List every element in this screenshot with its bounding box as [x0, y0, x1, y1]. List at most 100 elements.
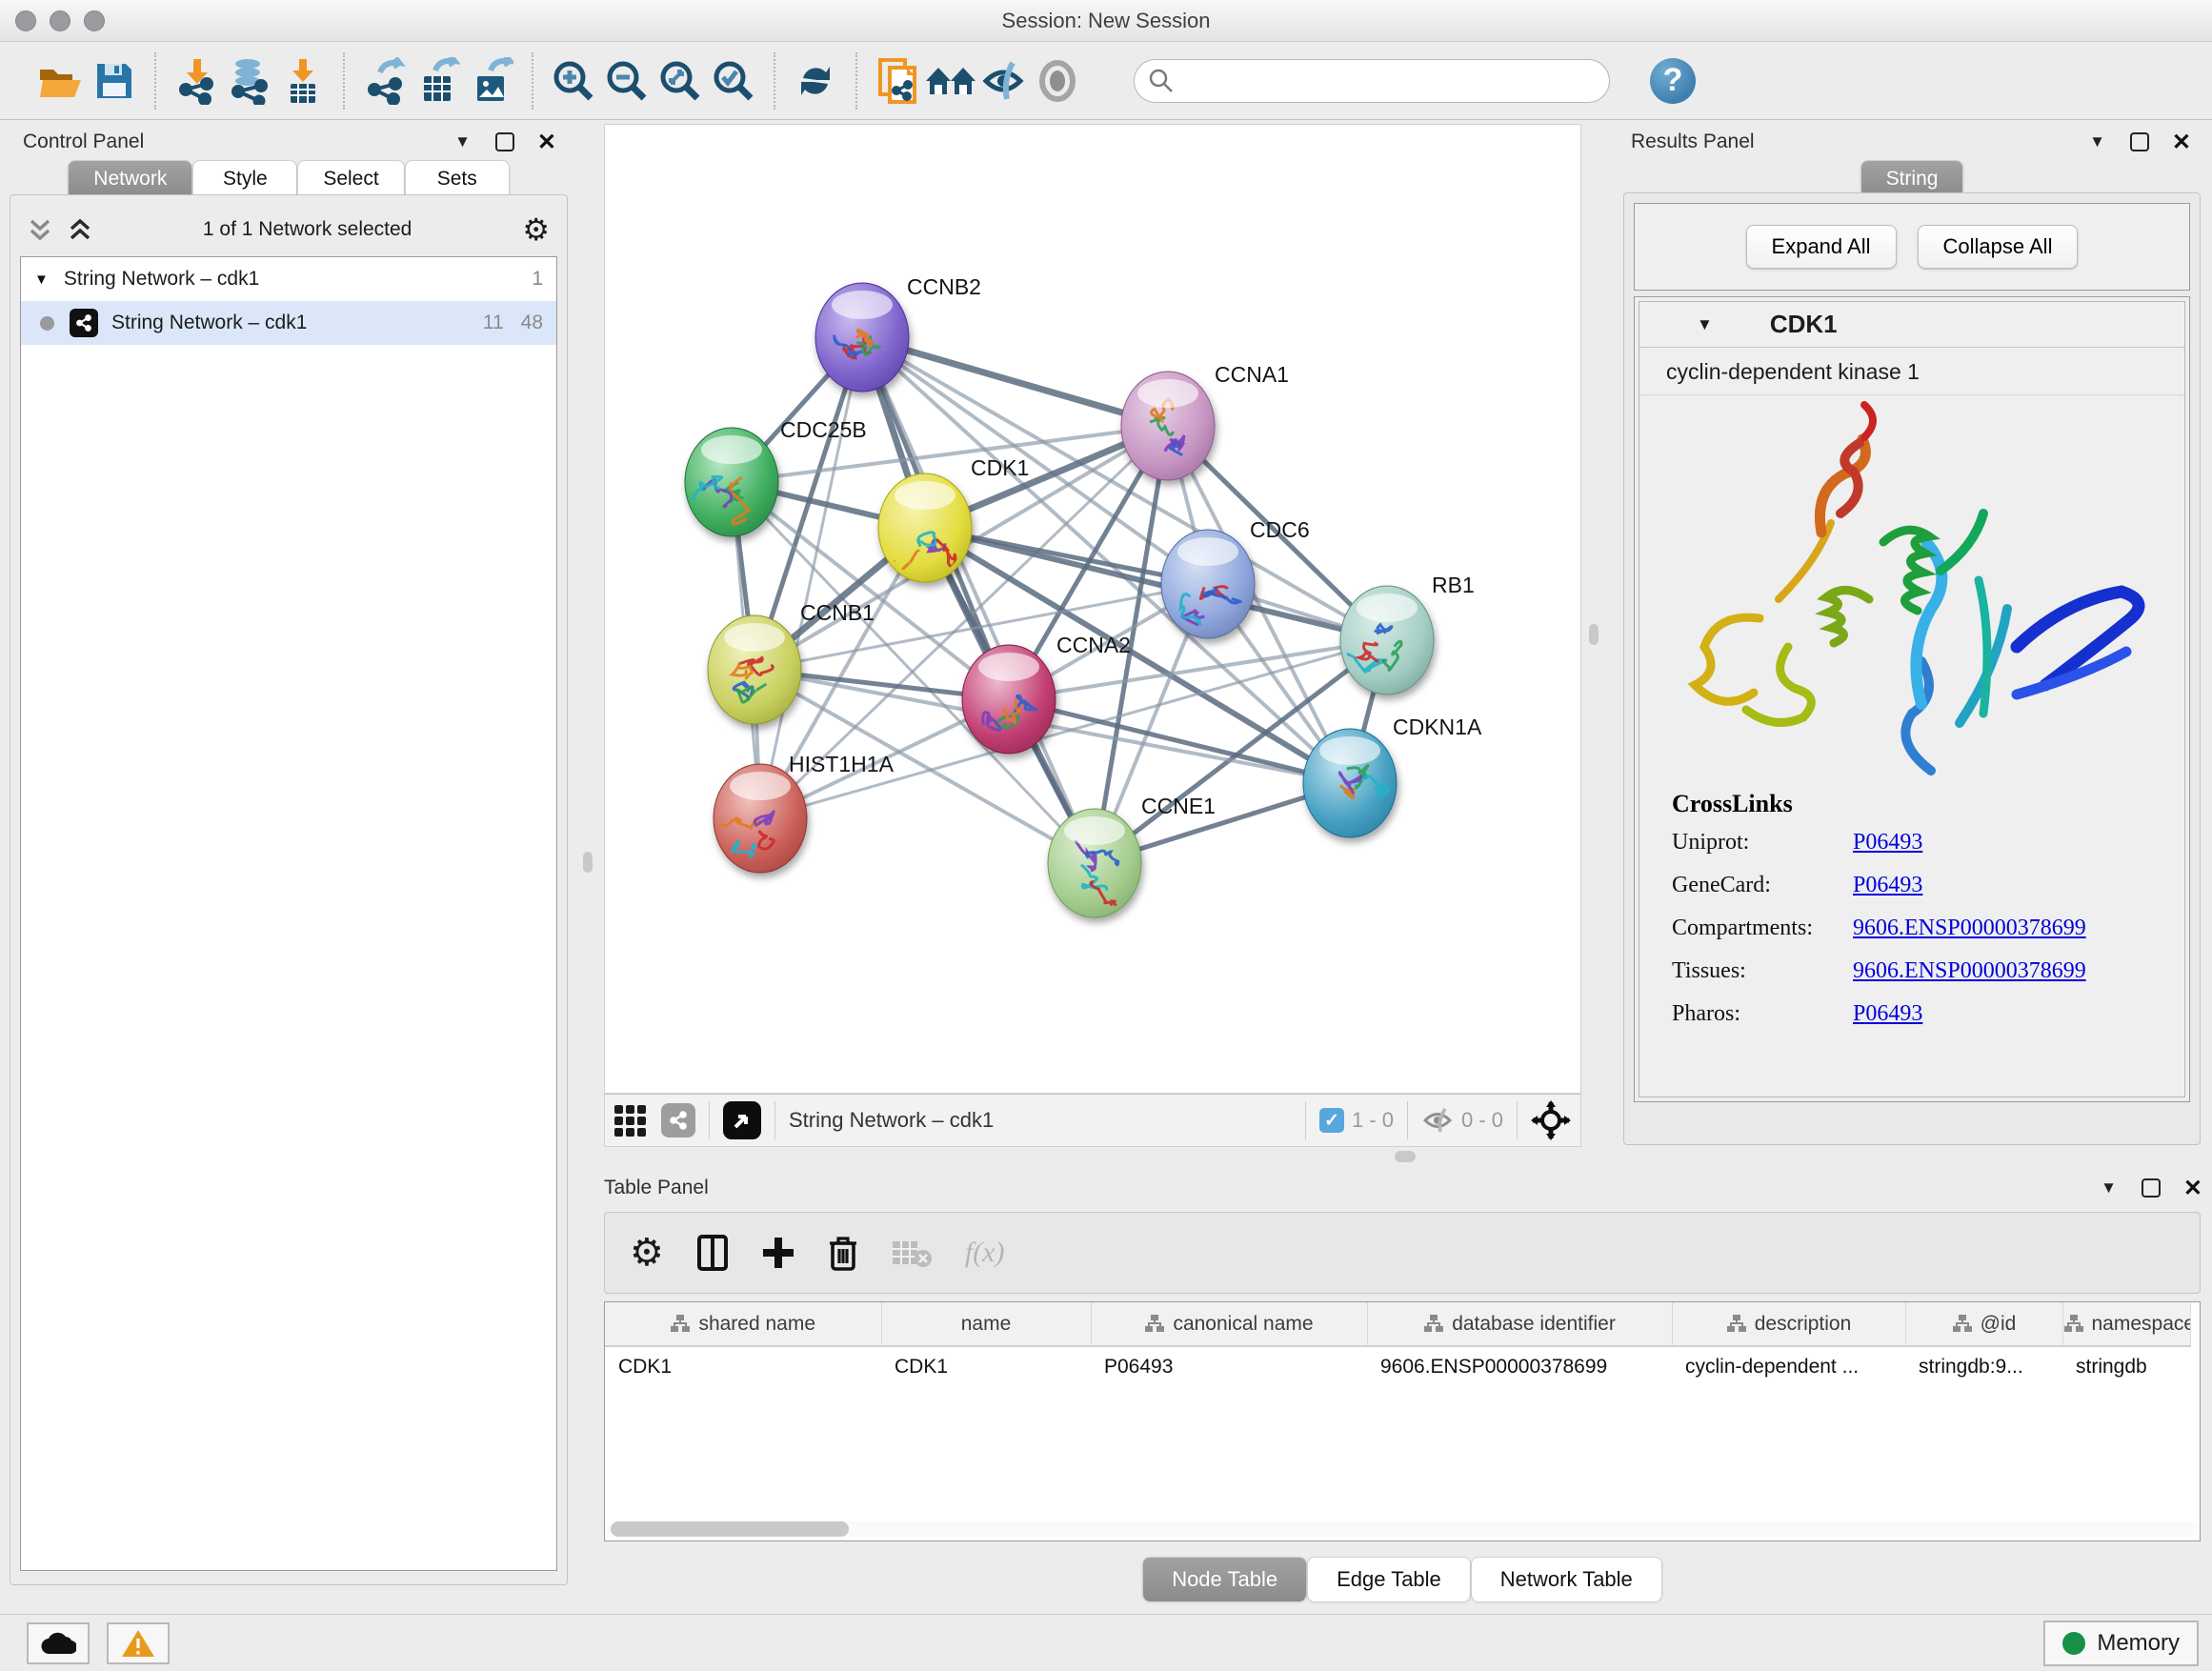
string-view-icon[interactable]	[661, 1103, 695, 1137]
column-header-sharedname[interactable]: shared name	[605, 1302, 881, 1346]
collapse-all-button[interactable]: Collapse All	[1918, 225, 2079, 269]
crosslink-link[interactable]: 9606.ENSP00000378699	[1853, 958, 2086, 984]
collapse-all-icon[interactable]	[28, 215, 52, 244]
import-network-button[interactable]	[170, 54, 223, 108]
control-panel-float-button[interactable]	[495, 132, 514, 151]
tab-node-table[interactable]: Node Table	[1142, 1557, 1307, 1601]
column-type-icon	[1952, 1314, 1973, 1333]
cloud-status-button[interactable]	[27, 1622, 90, 1664]
table-cell[interactable]: cyclin-dependent ...	[1672, 1346, 1905, 1386]
tab-sets[interactable]: Sets	[405, 160, 510, 197]
column-header-canonicalname[interactable]: canonical name	[1091, 1302, 1367, 1346]
table-panel-close-button[interactable]: ✕	[2183, 1175, 2202, 1202]
open-file-button[interactable]	[34, 54, 88, 108]
crosslink-link[interactable]: P06493	[1853, 830, 1922, 856]
zoom-fit-button[interactable]	[654, 54, 707, 108]
network-node-CCNE1[interactable]	[1048, 809, 1141, 917]
network-row[interactable]: String Network – cdk1 11 48	[21, 301, 556, 345]
table-panel-menu-caret[interactable]: ▼	[2101, 1178, 2117, 1198]
cdk1-expand-caret[interactable]: ▼	[1697, 315, 1713, 334]
import-table-button[interactable]	[276, 54, 330, 108]
hide-panels-button[interactable]	[977, 54, 1031, 108]
splitter-handle[interactable]	[1589, 624, 1599, 645]
network-node-CDKN1A[interactable]	[1303, 729, 1397, 837]
table-cell[interactable]: 9606.ENSP00000378699	[1367, 1346, 1672, 1386]
selected-items-checkbox-icon[interactable]: ✓	[1319, 1108, 1344, 1133]
network-node-CCNB1[interactable]	[708, 615, 801, 724]
crosslink-link[interactable]: P06493	[1853, 873, 1922, 898]
table-cell[interactable]: P06493	[1091, 1346, 1367, 1386]
crosslink-link[interactable]: 9606.ENSP00000378699	[1853, 916, 2086, 941]
table-horizontal-scrollbar[interactable]	[607, 1521, 2198, 1537]
control-panel-close-button[interactable]: ✕	[537, 129, 556, 156]
string-protocols-button[interactable]	[871, 54, 924, 108]
table-panel-float-button[interactable]	[2142, 1178, 2161, 1198]
column-header-namespace[interactable]: namespace	[2062, 1302, 2190, 1346]
grid-view-icon[interactable]	[614, 1105, 646, 1137]
network-options-gear-icon[interactable]: ⚙	[522, 211, 550, 248]
tab-network[interactable]: Network	[68, 160, 192, 197]
column-header-name[interactable]: name	[881, 1302, 1091, 1346]
network-node-RB1[interactable]	[1340, 586, 1434, 695]
scrollbar-thumb[interactable]	[611, 1521, 849, 1537]
expand-all-icon[interactable]	[68, 215, 92, 244]
network-node-CDC25B[interactable]	[685, 428, 778, 536]
show-columns-icon[interactable]	[696, 1234, 729, 1272]
network-node-CCNA1[interactable]	[1121, 372, 1215, 480]
network-node-CDC6[interactable]	[1161, 530, 1255, 638]
birdseye-view-icon[interactable]	[723, 1101, 761, 1139]
pan-crosshair-icon[interactable]	[1531, 1100, 1571, 1140]
zoom-selected-button[interactable]	[707, 54, 760, 108]
tab-edge-table[interactable]: Edge Table	[1307, 1557, 1471, 1601]
export-image-button[interactable]	[465, 54, 518, 108]
tab-select[interactable]: Select	[297, 160, 404, 197]
network-canvas[interactable]: CCNB2CCNA1CDC25BCDK1CDC6RB1CCNB1CCNA2CDK…	[604, 124, 1581, 1094]
tab-style[interactable]: Style	[192, 160, 297, 197]
network-collection-row[interactable]: ▼ String Network – cdk1 1	[21, 257, 556, 301]
results-panel-float-button[interactable]	[2130, 132, 2149, 151]
node-table[interactable]: shared namenamecanonical namedatabase id…	[604, 1301, 2201, 1541]
column-header-description[interactable]: description	[1672, 1302, 1905, 1346]
export-network-button[interactable]	[358, 54, 412, 108]
splitter-handle[interactable]	[1395, 1151, 1416, 1162]
refresh-button[interactable]	[789, 54, 842, 108]
control-panel-menu-caret[interactable]: ▼	[454, 132, 471, 151]
search-input[interactable]	[1134, 59, 1610, 103]
network-edge-CCNB2-CCNE1[interactable]	[862, 337, 1095, 863]
home-button[interactable]	[924, 54, 977, 108]
cdk1-section-header[interactable]: ▼ CDK1	[1639, 302, 2184, 348]
network-node-HIST1H1A[interactable]	[714, 764, 807, 873]
network-node-CDK1[interactable]	[878, 473, 972, 582]
table-row[interactable]: CDK1CDK1P064939606.ENSP00000378699cyclin…	[605, 1346, 2190, 1386]
hidden-items-eye-icon[interactable]	[1421, 1107, 1454, 1134]
table-cell[interactable]: CDK1	[881, 1346, 1091, 1386]
table-settings-gear-icon[interactable]: ⚙	[630, 1231, 664, 1275]
crosslink-link[interactable]: P06493	[1853, 1001, 1922, 1027]
results-panel-menu-caret[interactable]: ▼	[2089, 132, 2105, 151]
network-node-CCNA2[interactable]	[962, 645, 1056, 754]
results-panel-close-button[interactable]: ✕	[2172, 129, 2191, 156]
tab-network-table[interactable]: Network Table	[1471, 1557, 1662, 1601]
collection-expand-caret[interactable]: ▼	[34, 272, 49, 288]
network-node-CCNB2[interactable]	[815, 283, 909, 392]
table-cell[interactable]: stringdb	[2062, 1346, 2190, 1386]
add-column-icon[interactable]	[761, 1236, 795, 1270]
show-panels-button[interactable]	[1031, 54, 1084, 108]
network-edge-CCNB2-HIST1H1A[interactable]	[760, 337, 862, 818]
zoom-out-button[interactable]	[600, 54, 654, 108]
zoom-in-button[interactable]	[547, 54, 600, 108]
table-cell[interactable]: stringdb:9...	[1905, 1346, 2062, 1386]
delete-column-trash-icon[interactable]	[828, 1234, 858, 1272]
save-session-button[interactable]	[88, 54, 141, 108]
import-database-button[interactable]	[223, 54, 276, 108]
table-cell[interactable]: CDK1	[605, 1346, 881, 1386]
expand-all-button[interactable]: Expand All	[1746, 225, 1897, 269]
results-panel-title: Results Panel	[1631, 131, 1755, 153]
splitter-handle[interactable]	[583, 852, 593, 873]
memory-button[interactable]: Memory	[2043, 1621, 2199, 1666]
column-header-id[interactable]: @id	[1905, 1302, 2062, 1346]
column-header-databaseidentifier[interactable]: database identifier	[1367, 1302, 1672, 1346]
warnings-button[interactable]	[107, 1622, 170, 1664]
export-table-button[interactable]	[412, 54, 465, 108]
help-button[interactable]: ?	[1650, 58, 1696, 104]
